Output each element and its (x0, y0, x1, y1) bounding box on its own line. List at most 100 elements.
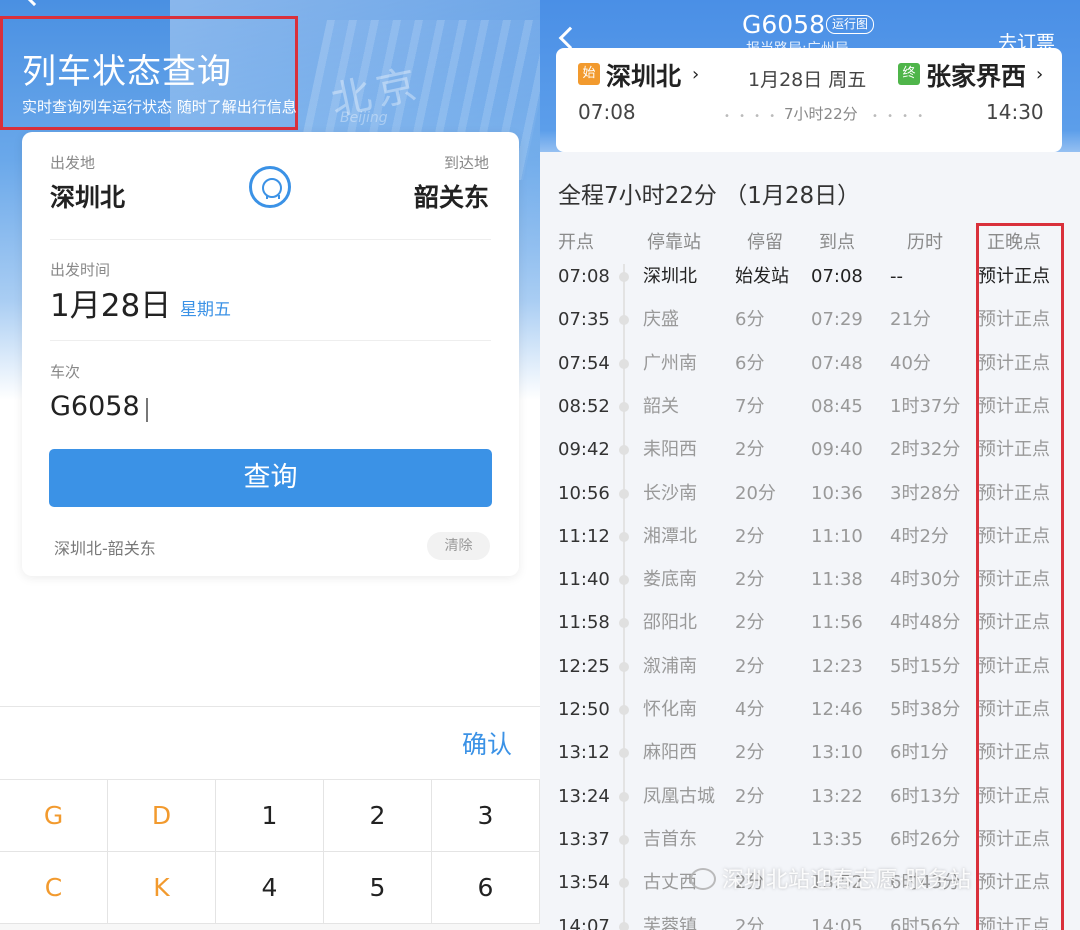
dots-decoration: • • • • (872, 111, 927, 122)
page-title: 列车状态查询 (22, 52, 232, 92)
keyboard-key[interactable]: 3 (432, 780, 540, 852)
divider (50, 340, 491, 341)
elapsed-time: 4时48分 (890, 612, 961, 634)
arrival-time: 14:05 (811, 915, 863, 930)
arrival-time: 13:10 (811, 742, 863, 764)
station-name: 广州南 (643, 352, 697, 374)
keyboard-key[interactable]: 4 (216, 852, 324, 924)
stop-duration: 2分 (735, 655, 765, 677)
clear-history-button[interactable]: 清除 (427, 532, 490, 560)
header-departure: 开点 (558, 232, 594, 253)
train-number-input[interactable]: G6058 (50, 391, 140, 422)
to-station[interactable]: 韶关东 (414, 178, 489, 214)
station-name: 古丈西 (643, 872, 697, 894)
divider (50, 239, 491, 240)
departure-time: 13:24 (558, 785, 610, 807)
arrival-time: 07:48 (811, 352, 863, 374)
trip-to-station[interactable]: 张家界西 (926, 57, 1026, 93)
keyboard-key[interactable]: D (108, 780, 216, 852)
arrival-time: 07:08 (811, 266, 863, 287)
keyboard-key[interactable]: 2 (324, 780, 432, 852)
from-station[interactable]: 深圳北 (50, 178, 125, 214)
elapsed-time: 6时56分 (890, 915, 961, 930)
query-button[interactable]: 查询 (49, 449, 492, 507)
stop-duration: 4分 (735, 699, 765, 720)
from-label: 出发地 (50, 154, 96, 172)
chevron-right-icon: › (1036, 64, 1044, 85)
station-name: 吉首东 (643, 828, 697, 850)
query-form-card: 出发地 深圳北 到达地 韶关东 出发时间 1月28日 星期五 车次 G6058 … (22, 132, 519, 576)
station-name: 庆盛 (643, 309, 679, 331)
hero-background-subtext: Beijing (340, 110, 388, 126)
station-name: 芙蓉镇 (643, 915, 697, 930)
trip-departure-time: 07:08 (578, 100, 636, 124)
header-elapsed: 历时 (907, 232, 943, 253)
confirm-button[interactable]: 确认 (462, 725, 512, 761)
departure-time: 08:52 (558, 395, 610, 417)
arrival-time: 11:56 (811, 612, 863, 634)
departure-time: 10:56 (558, 482, 610, 504)
schedule-table: 全程7小时22分 （1月28日） 开点 停靠站 停留 到点 历时 正晚点 07:… (540, 152, 1080, 930)
route-node (619, 661, 629, 672)
departure-time: 13:12 (558, 742, 610, 764)
arrival-time: 12:46 (811, 699, 863, 720)
keyboard-key[interactable]: G (0, 780, 108, 852)
stop-duration: 6分 (735, 352, 765, 374)
trip-summary-card: 始 深圳北 › 1月28日 周五 终 张家界西 › 07:08 • • • • … (556, 48, 1062, 152)
trip-duration: 7小时22分 (784, 105, 858, 123)
stop-duration: 2分 (735, 742, 765, 764)
keyboard-key[interactable]: 1 (216, 780, 324, 852)
station-name: 娄底南 (643, 569, 697, 591)
back-arrow-icon[interactable] (558, 26, 582, 50)
stop-duration: 2分 (735, 439, 765, 461)
elapsed-time: 1时37分 (890, 395, 961, 417)
arrival-time: 07:29 (811, 309, 863, 331)
total-duration: 全程7小时22分 （1月28日） (558, 183, 861, 209)
stop-duration: 7分 (735, 395, 765, 417)
keyboard-toolbar: 确认 (0, 706, 540, 780)
elapsed-time: 3时28分 (890, 482, 961, 504)
elapsed-time: 40分 (890, 352, 931, 374)
keyboard-key[interactable]: C (0, 852, 108, 924)
keyboard-key[interactable]: K (108, 852, 216, 924)
arrival-time: 13:22 (811, 785, 863, 807)
departure-date[interactable]: 1月28日 (50, 280, 171, 325)
elapsed-time: 2时32分 (890, 439, 961, 461)
swap-stations-icon[interactable] (249, 166, 291, 208)
arrival-time: 12:23 (811, 655, 863, 677)
route-node (619, 401, 629, 412)
trip-from-station[interactable]: 深圳北 (606, 57, 681, 93)
departure-time: 12:25 (558, 655, 610, 677)
departure-time: 07:08 (558, 266, 610, 287)
station-name: 耒阳西 (643, 439, 697, 461)
trip-arrival-time: 14:30 (986, 100, 1044, 124)
arrival-time: 08:45 (811, 395, 863, 417)
run-map-chip[interactable]: 运行图 (826, 15, 875, 34)
station-name: 长沙南 (643, 482, 697, 504)
stop-duration: 2分 (735, 915, 765, 930)
elapsed-time: 4时2分 (890, 525, 949, 547)
chevron-right-icon: › (692, 64, 700, 85)
departure-time: 11:12 (558, 525, 610, 547)
station-name: 怀化南 (643, 699, 697, 720)
header-arrival: 到点 (819, 232, 855, 253)
dots-decoration: • • • • (724, 111, 779, 122)
departure-time: 13:37 (558, 828, 610, 850)
departure-time: 11:40 (558, 569, 610, 591)
arrival-time: 11:38 (811, 569, 863, 591)
station-name: 湘潭北 (643, 525, 697, 547)
elapsed-time: 6时13分 (890, 785, 961, 807)
route-node (619, 531, 629, 542)
stop-duration: 始发站 (735, 266, 789, 287)
route-node (619, 488, 629, 499)
history-item[interactable]: 深圳北-韶关东 (54, 535, 156, 559)
keyboard-key[interactable]: 6 (432, 852, 540, 924)
train-status-query-screen: 北京 Beijing 列车状态查询 实时查询列车运行状态 随时了解出行信息 出发… (0, 0, 540, 930)
arrival-time: 11:10 (811, 525, 863, 547)
arrival-time: 13:35 (811, 828, 863, 850)
train-number-title: G6058 (742, 10, 825, 39)
departure-weekday: 星期五 (180, 300, 231, 320)
keyboard-key[interactable]: 5 (324, 852, 432, 924)
route-node (619, 272, 629, 282)
elapsed-time: 21分 (890, 309, 931, 331)
